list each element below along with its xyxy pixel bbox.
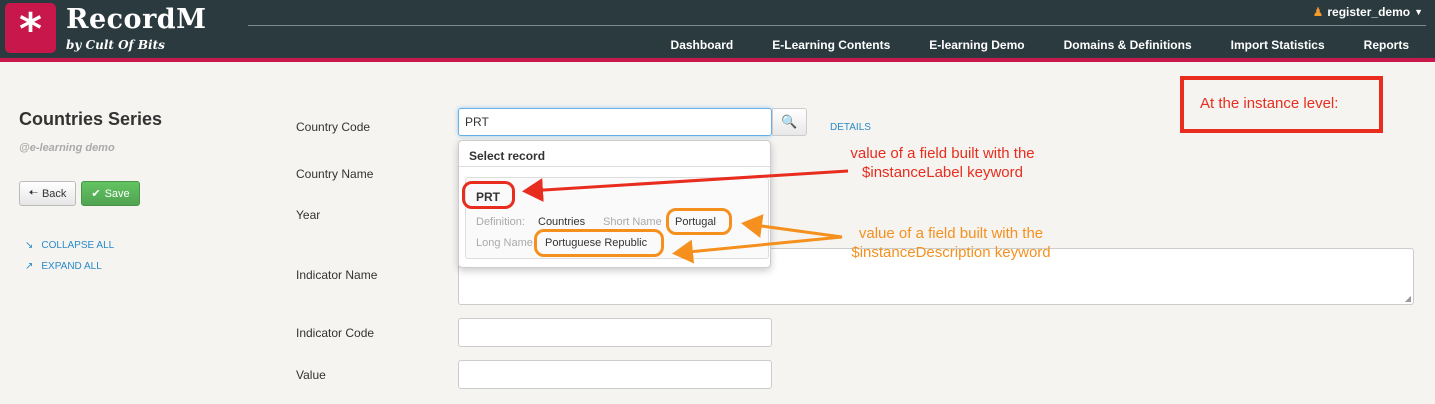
instance-label-annotation-line1: value of a field built with the (850, 145, 1035, 162)
instance-description-annotation-line2: $instanceDescription keyword (851, 244, 1051, 261)
long-name-arrow (672, 235, 843, 264)
annotation-arrows (522, 169, 849, 264)
instance-description-annotation: value of a field built with the $instanc… (822, 224, 1080, 262)
instance-description-annotation-line1: value of a field built with the (858, 225, 1044, 242)
instance-label-annotation-line2: $instanceLabel keyword (862, 164, 1023, 181)
instance-label-annotation: value of a field built with the $instanc… (830, 144, 1055, 182)
annotation-box-text: At the instance level: (1200, 95, 1339, 112)
instance-label-arrow (522, 169, 849, 203)
